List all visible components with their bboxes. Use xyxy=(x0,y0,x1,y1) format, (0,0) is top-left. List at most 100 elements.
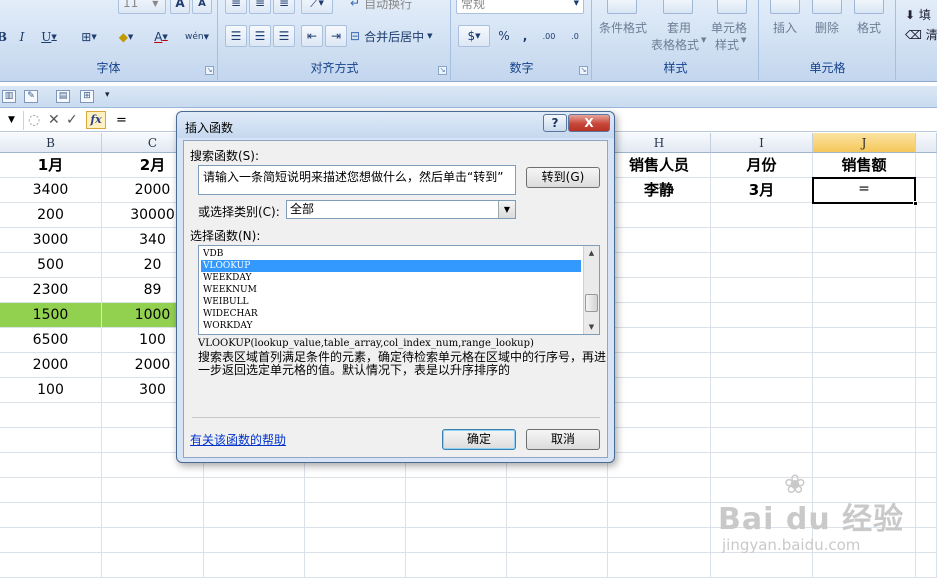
empty-cell[interactable] xyxy=(204,503,305,528)
empty-cell[interactable] xyxy=(608,203,711,228)
formula-input[interactable]: = xyxy=(116,113,127,128)
empty-cell[interactable] xyxy=(507,528,608,553)
format-button[interactable]: 格式 xyxy=(857,19,881,36)
function-item-widechar[interactable]: WIDECHAR xyxy=(201,308,581,320)
empty-cell[interactable] xyxy=(507,478,608,503)
empty-cell[interactable] xyxy=(608,303,711,328)
empty-cell[interactable] xyxy=(608,278,711,303)
empty-cell[interactable] xyxy=(813,428,916,453)
phonetic-button[interactable]: wén ▼ xyxy=(180,26,214,48)
cell-b-row-14[interactable] xyxy=(0,478,102,503)
align-left-button[interactable]: ☰ xyxy=(225,25,247,47)
wrap-text-button[interactable]: ↵ 自动换行 xyxy=(349,0,429,14)
cell-b-row-1[interactable]: 1月 xyxy=(0,153,102,178)
empty-cell[interactable] xyxy=(711,228,813,253)
cell-b-row-10[interactable]: 100 xyxy=(0,378,102,403)
merge-center-button[interactable]: ⊟ 合并后居中 ▼ xyxy=(349,25,445,47)
column-header-j[interactable]: J xyxy=(813,133,916,153)
cell-b-row-4[interactable]: 3000 xyxy=(0,228,102,253)
empty-cell[interactable] xyxy=(916,353,937,378)
orientation-button[interactable]: ⟋ ▼ xyxy=(301,0,333,14)
empty-cell[interactable] xyxy=(916,528,937,553)
cell-style-label-1[interactable]: 单元格 xyxy=(711,19,747,36)
empty-cell[interactable] xyxy=(608,353,711,378)
header-sales-amount[interactable]: 销售额 xyxy=(813,153,916,178)
empty-cell[interactable] xyxy=(608,478,711,503)
empty-cell[interactable] xyxy=(608,228,711,253)
empty-cell[interactable] xyxy=(813,328,916,353)
fill-handle[interactable] xyxy=(913,201,918,206)
cell-b-row-16[interactable] xyxy=(0,528,102,553)
empty-cell[interactable] xyxy=(711,278,813,303)
empty-cell[interactable] xyxy=(608,553,711,578)
customize-qat-icon[interactable]: ▾ xyxy=(105,90,110,100)
function-list-scrollbar[interactable]: ▲ ▼ xyxy=(583,246,599,334)
empty-cell[interactable] xyxy=(916,278,937,303)
cell-b-row-3[interactable]: 200 xyxy=(0,203,102,228)
empty-cell[interactable] xyxy=(608,503,711,528)
empty-cell[interactable] xyxy=(711,553,813,578)
empty-cell[interactable] xyxy=(305,528,406,553)
number-format-select[interactable]: 常规 ▼ xyxy=(456,0,584,14)
empty-cell[interactable] xyxy=(813,203,916,228)
empty-cell[interactable] xyxy=(305,553,406,578)
empty-cell[interactable] xyxy=(711,303,813,328)
cell-b-row-9[interactable]: 2000 xyxy=(0,353,102,378)
font-dialog-launcher[interactable]: ↘ xyxy=(205,66,214,75)
empty-cell[interactable] xyxy=(813,403,916,428)
empty-cell[interactable] xyxy=(711,328,813,353)
empty-cell[interactable] xyxy=(916,378,937,403)
empty-cell[interactable] xyxy=(711,203,813,228)
decrease-indent-button[interactable]: ⇤ xyxy=(301,25,323,47)
empty-cell[interactable] xyxy=(608,378,711,403)
function-item-weeknum[interactable]: WEEKNUM xyxy=(201,284,581,296)
empty-cell[interactable] xyxy=(305,478,406,503)
cancel-icon[interactable]: ✕ xyxy=(48,112,60,128)
table-icon[interactable]: ⊞ xyxy=(80,90,94,103)
empty-cell[interactable] xyxy=(813,353,916,378)
empty-cell[interactable] xyxy=(813,378,916,403)
form-icon[interactable]: ▤ xyxy=(56,90,70,103)
insert-function-button[interactable]: fx xyxy=(86,111,106,129)
table-format-label-1[interactable]: 套用 xyxy=(667,19,691,36)
empty-cell[interactable] xyxy=(916,253,937,278)
empty-cell[interactable] xyxy=(608,253,711,278)
cell-b-row-13[interactable] xyxy=(0,453,102,478)
italic-button[interactable]: I xyxy=(14,26,30,48)
empty-cell[interactable] xyxy=(916,228,937,253)
empty-cell[interactable] xyxy=(711,353,813,378)
empty-cell[interactable] xyxy=(711,378,813,403)
scroll-up-icon[interactable]: ▲ xyxy=(584,246,599,260)
empty-cell[interactable] xyxy=(711,403,813,428)
active-cell-sales-amount[interactable]: = xyxy=(812,177,916,204)
cell-b-row-17[interactable] xyxy=(0,553,102,578)
empty-cell[interactable] xyxy=(305,503,406,528)
fill-color-button[interactable]: ◆ ▼ xyxy=(110,26,142,48)
chart-icon[interactable]: ▥ xyxy=(2,90,16,103)
empty-cell[interactable] xyxy=(711,253,813,278)
currency-button[interactable]: $ ▼ xyxy=(458,25,490,47)
clear-button[interactable]: ⌫ 清 xyxy=(905,26,937,43)
cell-b-row-5[interactable]: 500 xyxy=(0,253,102,278)
number-dialog-launcher[interactable]: ↘ xyxy=(579,66,588,75)
empty-cell[interactable] xyxy=(916,303,937,328)
align-center-button[interactable]: ☰ xyxy=(249,25,271,47)
empty-cell[interactable] xyxy=(204,478,305,503)
cell-b-row-2[interactable]: 3400 xyxy=(0,178,102,203)
empty-cell[interactable] xyxy=(507,503,608,528)
enter-check-icon[interactable]: ✓ xyxy=(66,112,78,128)
conditional-format-button[interactable]: 条件格式 xyxy=(599,19,647,36)
empty-cell[interactable] xyxy=(916,328,937,353)
cell-b-row-8[interactable]: 6500 xyxy=(0,328,102,353)
scroll-thumb[interactable] xyxy=(585,294,598,312)
empty-cell[interactable] xyxy=(916,403,937,428)
scroll-down-icon[interactable]: ▼ xyxy=(584,320,599,334)
align-top-button[interactable]: ≡ xyxy=(225,0,247,14)
increase-decimal-button[interactable]: .00 xyxy=(538,25,560,47)
fill-button[interactable]: ⬇ 填 xyxy=(905,6,931,23)
cell-c-row-16[interactable] xyxy=(102,528,204,553)
empty-cell[interactable] xyxy=(813,253,916,278)
column-header-k[interactable] xyxy=(916,133,937,153)
cell-b-row-6[interactable]: 2300 xyxy=(0,278,102,303)
empty-cell[interactable] xyxy=(916,153,937,178)
